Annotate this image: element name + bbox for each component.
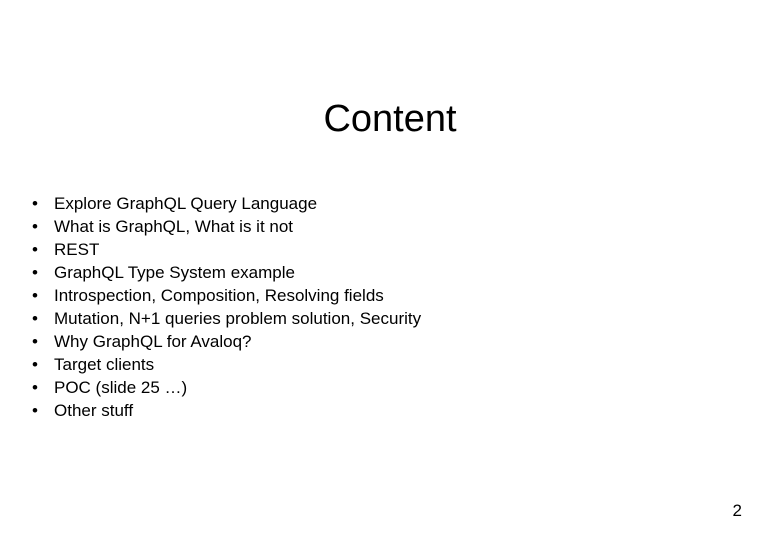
bullet-point-icon: • [32,240,38,259]
list-item-label: Mutation, N+1 queries problem solution, … [54,309,422,328]
list-item: • REST [26,238,746,261]
bullet-point-icon: • [32,355,38,374]
list-item: • Introspection, Composition, Resolving … [26,284,746,307]
list-item: • Why GraphQL for Avaloq? [26,330,746,353]
bullet-point-icon: • [32,401,38,420]
bullet-point-icon: • [32,194,38,213]
bullet-point-icon: • [32,309,38,328]
list-item: • Target clients [26,353,746,376]
list-item-label: Other stuff [54,401,134,420]
list-item: • GraphQL Type System example [26,261,746,284]
bullet-point-icon: • [32,286,38,305]
list-item-label: REST [54,240,100,259]
bullet-point-icon: • [32,217,38,236]
list-item-label: Target clients [54,355,155,374]
list-item-label: What is GraphQL, What is it not [54,217,294,236]
list-item-label: Why GraphQL for Avaloq? [54,332,252,351]
list-item-label: POC (slide 25 …) [54,378,188,397]
list-item: • POC (slide 25 …) [26,376,746,399]
content-bullet-list: • Explore GraphQL Query Language • What … [26,192,746,422]
list-item-label: GraphQL Type System example [54,263,295,282]
page-title: Content [323,98,457,140]
bullet-point-icon: • [32,378,38,397]
list-item-label: Explore GraphQL Query Language [54,194,318,213]
list-item: • What is GraphQL, What is it not [26,215,746,238]
bullet-point-icon: • [32,263,38,282]
list-item: • Mutation, N+1 queries problem solution… [26,307,746,330]
list-item: • Other stuff [26,399,746,422]
list-item: • Explore GraphQL Query Language [26,192,746,215]
list-item-label: Introspection, Composition, Resolving fi… [54,286,384,305]
page-number: 2 [732,501,742,520]
bullet-point-icon: • [32,332,38,351]
slide-canvas: Content • Explore GraphQL Query Language… [0,0,780,540]
